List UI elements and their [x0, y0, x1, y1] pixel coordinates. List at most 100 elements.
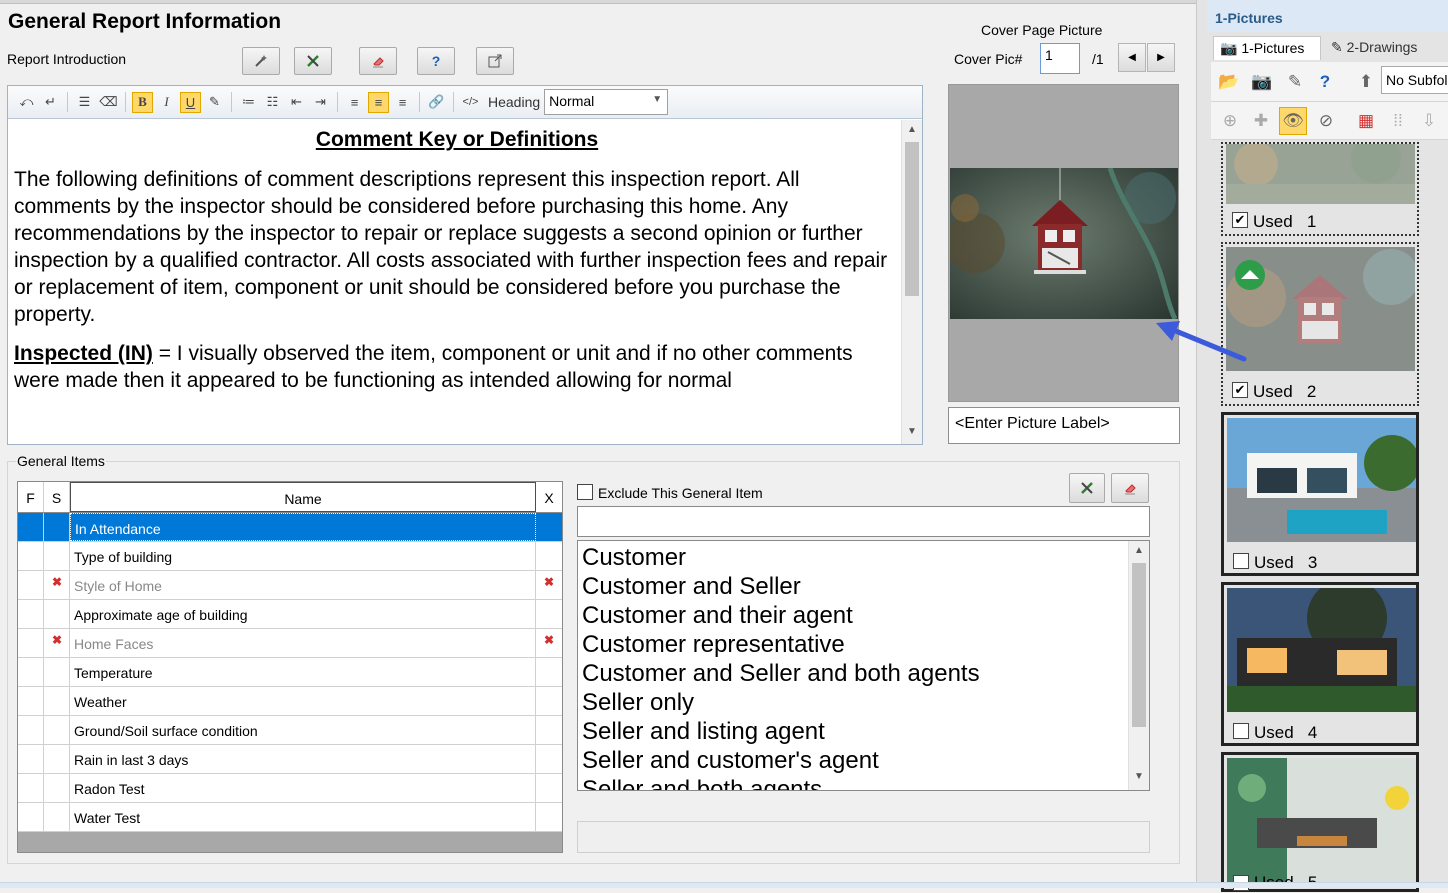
previous-picture-button[interactable]: ◀ [1118, 43, 1146, 72]
cell-f[interactable] [18, 629, 44, 657]
list-item[interactable]: Seller only [582, 688, 980, 717]
list-item[interactable]: Customer and Seller and both agents [582, 659, 980, 688]
bold-icon[interactable]: B [132, 91, 153, 113]
open-folder-icon[interactable]: 📂 [1215, 68, 1243, 96]
outdent-icon[interactable]: ⇤ [286, 92, 307, 113]
edit-picture-icon[interactable]: ✎ [1281, 68, 1309, 96]
cell-x[interactable] [536, 687, 562, 715]
bullet-list-icon[interactable]: ☷ [262, 92, 283, 113]
general-item-text-input[interactable] [577, 506, 1150, 537]
table-row[interactable]: In Attendance [18, 513, 562, 542]
cell-x[interactable] [536, 803, 562, 831]
cell-f[interactable] [18, 571, 44, 599]
list-item[interactable]: Customer representative [582, 630, 980, 659]
cell-name[interactable]: Style of Home [70, 571, 536, 599]
cell-name[interactable]: In Attendance [70, 513, 536, 541]
cell-x[interactable] [536, 542, 562, 570]
scroll-down-icon[interactable]: ▼ [1129, 771, 1149, 782]
move-icon[interactable]: ✚ [1247, 107, 1275, 135]
picture-thumb-4[interactable]: Used 4 [1221, 582, 1419, 746]
download-tray-icon[interactable]: ⇩ [1415, 107, 1443, 135]
numbered-list-icon[interactable]: ≔ [238, 92, 259, 113]
items-eraser-button[interactable] [1111, 473, 1149, 503]
cell-s[interactable] [44, 716, 70, 744]
cell-name[interactable]: Water Test [70, 803, 536, 831]
cell-s[interactable] [44, 774, 70, 802]
exclude-general-item-checkbox[interactable] [577, 484, 593, 500]
cell-name[interactable]: Temperature [70, 658, 536, 686]
table-row[interactable]: Weather [18, 687, 562, 716]
camera-icon[interactable]: 📷 [1248, 68, 1276, 96]
picture-label-input[interactable]: <Enter Picture Label> [948, 407, 1180, 444]
list-item[interactable]: Customer and Seller [582, 572, 980, 601]
items-tools-button[interactable] [1069, 473, 1105, 503]
list-item[interactable]: Customer [582, 543, 980, 572]
cell-f[interactable] [18, 716, 44, 744]
table-row[interactable]: Ground/Soil surface condition [18, 716, 562, 745]
tools-button[interactable] [294, 47, 332, 75]
cell-name[interactable]: Type of building [70, 542, 536, 570]
brush-icon[interactable]: ✎ [204, 92, 225, 113]
table-row[interactable]: ✖ Home Faces ✖ [18, 629, 562, 658]
code-icon[interactable]: </> [460, 92, 481, 113]
cover-picture-frame[interactable] [948, 84, 1179, 402]
picture-thumb-2[interactable]: ✔ Used 2 [1221, 242, 1419, 406]
column-header-s[interactable]: S [44, 482, 70, 512]
italic-icon[interactable]: I [156, 92, 177, 113]
cell-name[interactable]: Rain in last 3 days [70, 745, 536, 773]
popout-button[interactable] [476, 47, 514, 75]
introduction-editor[interactable]: ⤺ ↵ ☰ ⌫ B I U ✎ ≔ ☷ ⇤ ⇥ ≡ ≡ ≡ 🔗 </> Head… [7, 85, 923, 445]
link-icon[interactable]: 🔗 [426, 92, 447, 113]
help-icon[interactable]: ? [1311, 68, 1339, 96]
upload-arrow-icon[interactable]: ⬆ [1352, 68, 1380, 96]
cell-x[interactable] [536, 513, 562, 541]
cell-name[interactable]: Home Faces [70, 629, 536, 657]
table-row[interactable]: Radon Test [18, 774, 562, 803]
align-right-icon[interactable]: ≡ [392, 92, 413, 113]
clear-format-icon[interactable]: ⌫ [98, 92, 119, 113]
tab-pictures[interactable]: 📷 1-Pictures [1213, 36, 1321, 60]
scrollbar-thumb[interactable] [1132, 563, 1146, 727]
cell-x[interactable] [536, 774, 562, 802]
cell-s[interactable] [44, 600, 70, 628]
general-items-table[interactable]: F S Name X In Attendance Type of building… [17, 481, 563, 853]
help-button[interactable]: ? [417, 47, 455, 75]
general-item-options-list[interactable]: Customer Customer and Seller Customer and … [577, 540, 1150, 791]
cell-f[interactable] [18, 803, 44, 831]
cell-f[interactable] [18, 658, 44, 686]
list-item[interactable]: Seller and listing agent [582, 717, 980, 746]
heading-select[interactable]: Normal ▼ [544, 89, 669, 115]
cell-s[interactable] [44, 687, 70, 715]
align-left-icon[interactable]: ≡ [344, 92, 365, 113]
cell-f[interactable] [18, 687, 44, 715]
used-checkbox-3[interactable] [1233, 553, 1249, 569]
cell-x[interactable] [536, 745, 562, 773]
table-row[interactable]: Temperature [18, 658, 562, 687]
cell-s[interactable] [44, 803, 70, 831]
cell-name[interactable]: Radon Test [70, 774, 536, 802]
add-icon[interactable]: ⊕ [1216, 107, 1244, 135]
scroll-up-icon[interactable]: ▲ [1129, 545, 1149, 556]
cell-x[interactable] [536, 658, 562, 686]
cell-name[interactable]: Weather [70, 687, 536, 715]
list-item[interactable]: Seller and both agents [582, 775, 980, 790]
picture-thumb-1[interactable]: ✔ Used 1 [1221, 142, 1419, 236]
cell-s[interactable]: ✖ [44, 571, 70, 599]
scrollbar-thumb[interactable] [905, 142, 919, 296]
list-item[interactable]: Customer and their agent [582, 601, 980, 630]
dots-grid-icon[interactable]: ⁞⁞ [1384, 107, 1412, 135]
eraser-button[interactable] [359, 47, 397, 75]
cell-x[interactable] [536, 716, 562, 744]
cell-s[interactable] [44, 658, 70, 686]
subfolder-select[interactable]: No Subfolder [1381, 66, 1448, 94]
picture-thumb-5[interactable]: Used 5 [1221, 752, 1419, 892]
table-row[interactable]: Approximate age of building [18, 600, 562, 629]
tab-drawings[interactable]: ✎ 2-Drawings [1325, 36, 1445, 60]
table-row[interactable]: ✖ Style of Home ✖ [18, 571, 562, 600]
cell-x[interactable]: ✖ [536, 629, 562, 657]
general-item-comment-field[interactable] [577, 821, 1150, 853]
cell-s[interactable] [44, 513, 70, 541]
cell-f[interactable] [18, 600, 44, 628]
cell-s[interactable]: ✖ [44, 629, 70, 657]
editor-scrollbar[interactable]: ▲ ▼ [901, 120, 922, 444]
